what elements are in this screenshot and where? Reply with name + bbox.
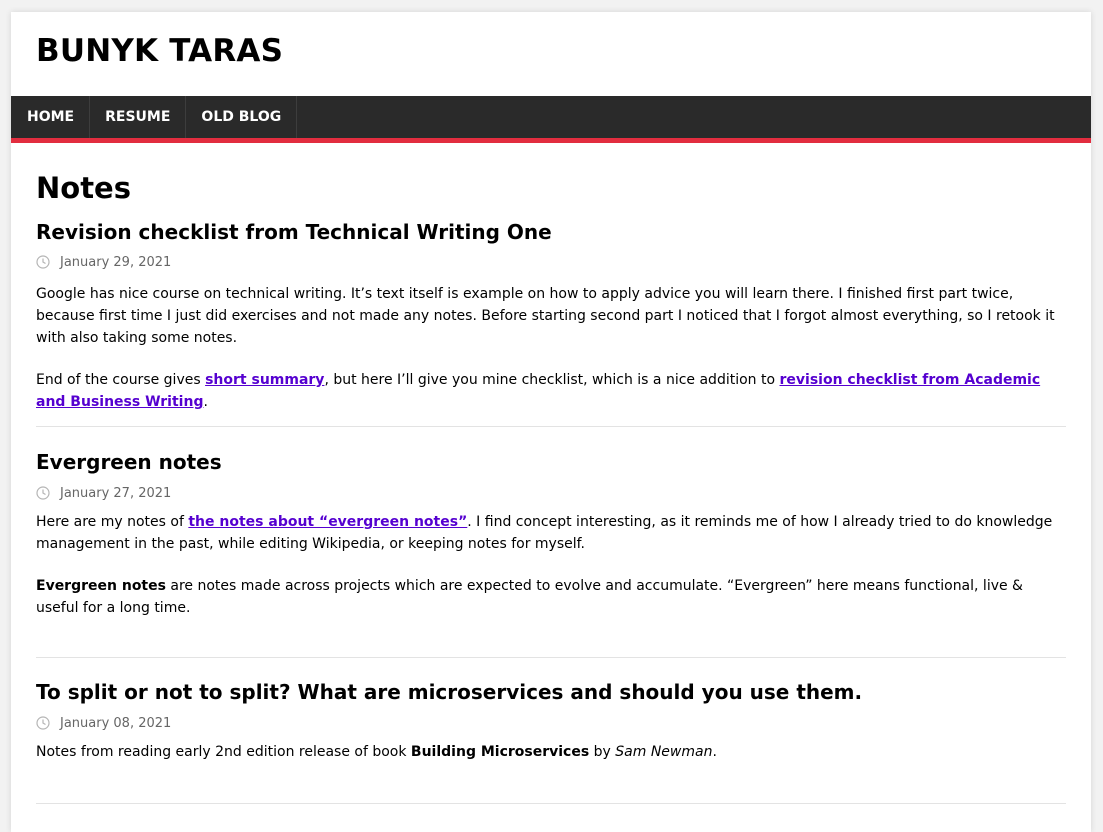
text-span: .: [203, 394, 208, 410]
site-title[interactable]: BUNYK TARAS: [36, 33, 283, 69]
text-span: are notes made across projects which are…: [36, 578, 1023, 616]
nav-item-resume[interactable]: RESUME: [90, 96, 187, 138]
text-span: End of the course gives: [36, 372, 206, 388]
main-nav: HOME RESUME OLD BLOG: [11, 96, 1091, 143]
article-date: January 08, 2021: [60, 715, 172, 731]
text-span: , but here I’ll give you mine checklist,…: [324, 372, 780, 388]
article-paragraph: Evergreen notes are notes made across pr…: [36, 575, 1066, 619]
text-span: by: [589, 744, 616, 760]
main-content: Notes Revision checklist from Technical …: [11, 143, 1091, 804]
evergreen-notes-link[interactable]: the notes about “evergreen notes”: [188, 514, 467, 530]
text-span: .: [712, 744, 717, 760]
clock-icon: [36, 255, 50, 269]
nav-item-old-blog[interactable]: OLD BLOG: [186, 96, 298, 138]
book-title: Building Microservices: [410, 744, 590, 760]
site-header: BUNYK TARAS: [11, 12, 1091, 96]
clock-icon: [36, 486, 50, 500]
article-title[interactable]: To split or not to split? What are micro…: [36, 678, 1066, 706]
author-name: Sam Newman: [615, 744, 713, 760]
article: Evergreen notes January 27, 2021 Here ar…: [36, 427, 1066, 658]
article-paragraph: Here are my notes of the notes about “ev…: [36, 511, 1066, 555]
page: BUNYK TARAS HOME RESUME OLD BLOG Notes R…: [11, 12, 1091, 832]
article-paragraph: Google has nice course on technical writ…: [36, 286, 1055, 346]
article-meta: January 08, 2021: [36, 714, 1066, 732]
article-date: January 27, 2021: [60, 485, 172, 501]
article: To split or not to split? What are micro…: [36, 658, 1066, 804]
bold-term: Evergreen notes: [36, 578, 166, 594]
article-title[interactable]: Revision checklist from Technical Writin…: [36, 218, 1066, 246]
clock-icon: [36, 716, 50, 730]
article: Revision checklist from Technical Writin…: [36, 218, 1066, 427]
article-meta: January 29, 2021: [36, 253, 1066, 271]
article-meta: January 27, 2021: [36, 484, 1066, 502]
text-span: Here are my notes of: [36, 514, 189, 530]
page-title: Notes: [36, 171, 131, 205]
short-summary-link[interactable]: short summary: [205, 372, 324, 388]
article-paragraph: End of the course gives short summary, b…: [36, 369, 1066, 413]
nav-item-home[interactable]: HOME: [11, 96, 91, 138]
article-date: January 29, 2021: [60, 254, 172, 270]
article-title[interactable]: Evergreen notes: [36, 448, 1066, 476]
article-paragraph: Notes from reading early 2nd edition rel…: [36, 741, 1066, 763]
text-span: Notes from reading early 2nd edition rel…: [36, 744, 411, 760]
